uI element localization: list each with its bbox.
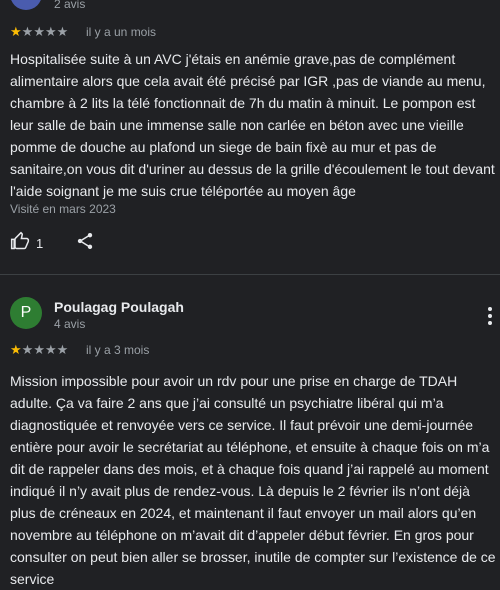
- star-empty-icon: ★: [33, 24, 45, 39]
- reviewer-review-count: 4 avis: [54, 317, 86, 331]
- star-empty-icon: ★: [56, 24, 69, 39]
- share-icon: [75, 231, 95, 256]
- star-empty-icon: ★: [21, 24, 34, 39]
- star-rating: ★★★★★: [10, 25, 68, 39]
- visit-date: Visité en mars 2023: [10, 202, 116, 216]
- review-date: il y a un mois: [86, 25, 157, 39]
- avatar-letter: A: [21, 0, 32, 3]
- star-empty-icon: ★: [44, 342, 57, 357]
- star-empty-icon: ★: [56, 342, 69, 357]
- divider: [0, 274, 500, 275]
- star-filled-icon: ★: [10, 342, 22, 357]
- more-vert-icon[interactable]: [488, 307, 492, 328]
- avatar-letter: P: [20, 304, 32, 321]
- star-empty-icon: ★: [21, 342, 34, 357]
- review-text: Hospitalisée suite à un AVC j'étais en a…: [10, 51, 495, 199]
- reviewer-name[interactable]: Poulagag Poulagah: [54, 299, 184, 315]
- review-text: Mission impossible pour avoir un rdv pou…: [10, 373, 496, 587]
- star-filled-icon: ★: [10, 24, 22, 39]
- share-button[interactable]: [75, 231, 95, 256]
- review-date: il y a 3 mois: [86, 343, 150, 357]
- avatar[interactable]: A: [10, 0, 42, 10]
- like-button[interactable]: 1: [10, 231, 43, 256]
- like-count: 1: [36, 236, 44, 251]
- reviewer-review-count: 2 avis: [54, 0, 86, 11]
- thumb-up-icon: [10, 231, 30, 256]
- star-empty-icon: ★: [44, 24, 57, 39]
- star-rating: ★★★★★: [10, 343, 68, 357]
- avatar[interactable]: P: [10, 297, 42, 329]
- star-empty-icon: ★: [33, 342, 45, 357]
